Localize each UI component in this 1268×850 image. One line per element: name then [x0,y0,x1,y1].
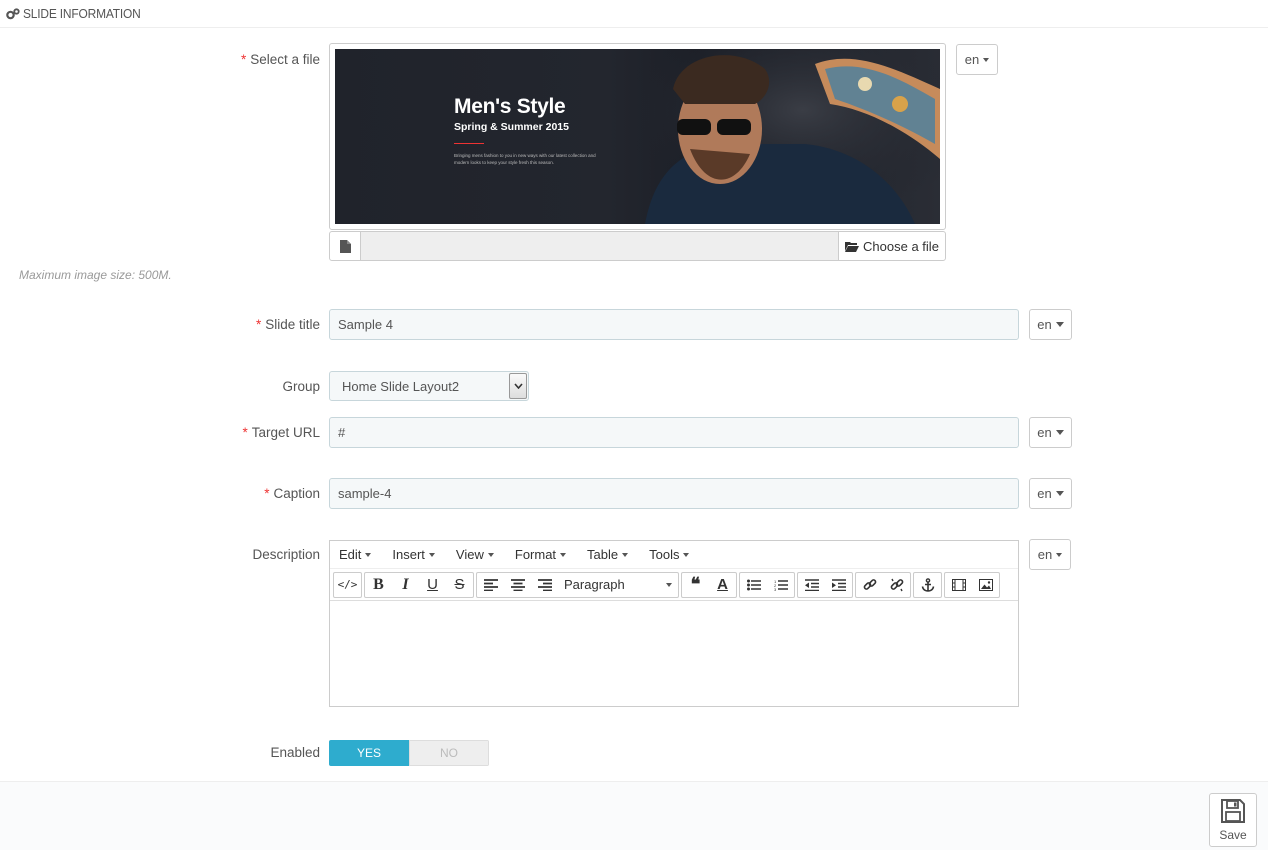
unlink-icon[interactable] [883,573,910,597]
source-code-icon[interactable]: </> [334,573,361,597]
banner-divider [454,143,484,144]
numbered-list-icon[interactable]: 123 [767,573,794,597]
lang-dropdown-url[interactable]: en [1029,417,1072,448]
panel-title: SLIDE INFORMATION [23,6,141,21]
align-right-icon[interactable] [531,573,558,597]
slide-title-input[interactable] [329,309,1019,340]
file-icon [330,232,361,260]
menu-edit[interactable]: Edit [334,547,372,562]
description-label: Description [252,547,320,562]
video-icon[interactable] [945,573,972,597]
caption-input[interactable] [329,478,1019,509]
target-url-input[interactable] [329,417,1019,448]
enabled-toggle[interactable]: YES NO [329,740,489,766]
align-center-icon[interactable] [504,573,531,597]
toggle-no[interactable]: NO [409,740,489,766]
menu-view[interactable]: View [451,547,494,562]
floppy-disk-icon [1220,798,1246,824]
editor-toolbar: </> B I U S Paragraph ❝ A 123 [330,569,1018,601]
outdent-icon[interactable] [798,573,825,597]
gears-icon [6,7,20,21]
menu-format[interactable]: Format [510,547,567,562]
align-left-icon[interactable] [477,573,504,597]
menu-table[interactable]: Table [582,547,629,562]
group-label: Group [282,379,320,394]
menu-insert[interactable]: Insert [387,547,435,562]
banner-body: Bringing mens fashion to you in new ways… [454,153,596,165]
image-icon[interactable] [972,573,999,597]
folder-open-icon [845,241,860,252]
panel-header: SLIDE INFORMATION [0,0,1268,28]
caption-label: * Caption [264,486,320,501]
file-size-hint: Maximum image size: 500M. [19,268,172,282]
file-label: * Select a file [240,52,320,67]
bullet-list-icon[interactable] [740,573,767,597]
editor-menubar: Edit Insert View Format Table Tools [330,541,1018,569]
strikethrough-icon[interactable]: S [446,573,473,597]
image-preview: Men's Style Spring & Summer 2015 Bringin… [329,43,946,230]
bold-icon[interactable]: B [365,573,392,597]
panel-footer [0,781,1268,850]
lang-dropdown-caption[interactable]: en [1029,478,1072,509]
menu-tools[interactable]: Tools [644,547,690,562]
lang-dropdown-title[interactable]: en [1029,309,1072,340]
toggle-yes[interactable]: YES [329,740,409,766]
file-name-field[interactable] [361,232,838,260]
block-format-select[interactable]: Paragraph [558,573,678,597]
link-icon[interactable] [856,573,883,597]
choose-file-button[interactable]: Choose a file [838,232,945,260]
blockquote-icon[interactable]: ❝ [682,573,709,597]
anchor-icon[interactable] [914,573,941,597]
rich-text-editor: Edit Insert View Format Table Tools </> … [329,540,1019,707]
chevron-down-icon [509,373,527,399]
indent-icon[interactable] [825,573,852,597]
banner-photo [635,49,940,224]
svg-text:3: 3 [774,587,777,591]
lang-dropdown-description[interactable]: en [1029,539,1071,570]
editor-content-area[interactable] [330,601,1018,706]
banner-image: Men's Style Spring & Summer 2015 Bringin… [335,49,940,224]
text-color-icon[interactable]: A [709,573,736,597]
enabled-label: Enabled [270,745,320,760]
target-url-label: * Target URL [242,425,320,440]
slide-title-label: * Slide title [255,317,320,332]
save-button[interactable]: Save [1209,793,1257,847]
lang-dropdown-file[interactable]: en [956,44,998,75]
underline-icon[interactable]: U [419,573,446,597]
banner-title: Men's Style [454,95,566,118]
italic-icon[interactable]: I [392,573,419,597]
banner-subtitle: Spring & Summer 2015 [454,121,569,133]
group-select[interactable]: Home Slide Layout2 [329,371,529,401]
file-upload[interactable]: Choose a file [329,231,946,261]
